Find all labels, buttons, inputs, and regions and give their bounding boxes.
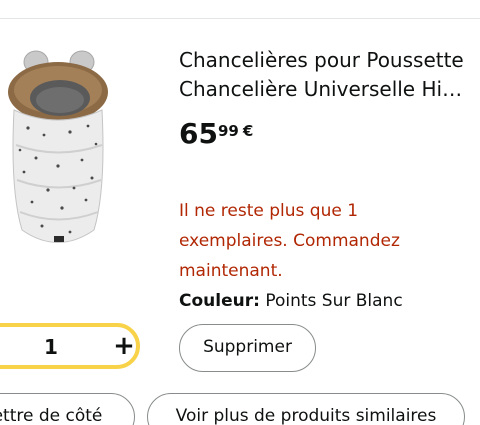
price-whole: 65 [179,117,218,150]
product-title[interactable]: Chancelières pour Poussette Chancelière … [179,46,475,104]
stock-warning: Il ne reste plus que 1 exemplaires. Comm… [179,201,400,281]
price-currency: € [242,122,254,140]
quantity-stepper[interactable]: 1 + [0,323,140,369]
cart-item-page: Chancelières pour Poussette Chancelière … [0,0,480,425]
color-value: Points Sur Blanc [265,291,403,311]
divider [0,18,480,19]
product-image[interactable] [0,40,110,260]
price-fraction: 99 [217,122,239,140]
save-for-later-button[interactable]: ettre de côté [0,393,135,425]
delete-button[interactable]: Supprimer [179,324,316,372]
product-price: 65 99 € [179,117,253,151]
plus-icon[interactable]: + [112,331,136,361]
product-title-line1[interactable]: Chancelières pour Poussette [179,46,475,75]
color-row: Couleur: Points Sur Blanc [179,288,403,314]
product-title-line2[interactable]: Chancelière Universelle Hi… [179,75,475,104]
quantity-value[interactable]: 1 [36,334,66,360]
color-label: Couleur: [179,291,260,311]
see-similar-products-button[interactable]: Voir plus de produits similaires [147,393,465,425]
